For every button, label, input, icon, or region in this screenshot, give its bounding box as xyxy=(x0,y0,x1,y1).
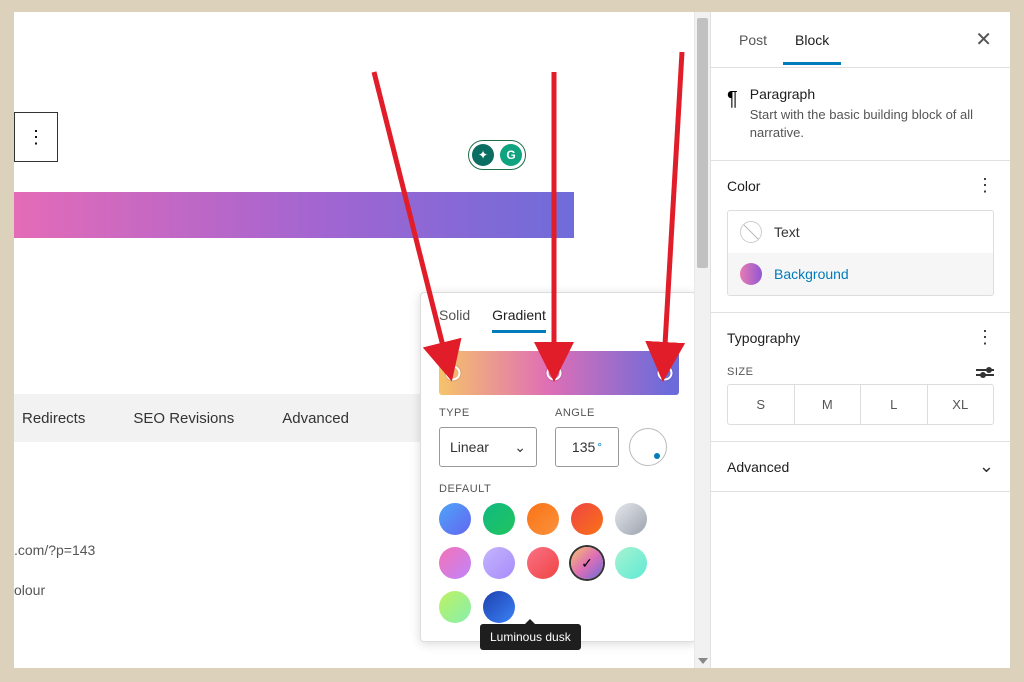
sidebar-tab-post[interactable]: Post xyxy=(725,16,781,64)
gradient-swatch[interactable] xyxy=(527,503,559,535)
scrollbar[interactable] xyxy=(694,12,710,668)
gradient-type-select[interactable]: Linear ⌄ xyxy=(439,427,537,467)
close-sidebar-button[interactable]: ✕ xyxy=(971,26,996,54)
gradient-swatch[interactable] xyxy=(439,547,471,579)
advanced-panel: Advanced ⌄ xyxy=(711,442,1010,492)
colour-text: olour xyxy=(14,582,45,598)
permalink-text: .com/?p=143 xyxy=(14,542,95,558)
annotation-arrow-2 xyxy=(534,62,574,392)
block-info: ¶ Paragraph Start with the basic buildin… xyxy=(711,68,1010,161)
paragraph-icon: ¶ xyxy=(727,86,738,142)
sliders-icon[interactable] xyxy=(976,369,994,376)
grammarly-icon: G xyxy=(500,144,522,166)
gradient-swatch[interactable] xyxy=(483,547,515,579)
swatch-tooltip: Luminous dusk xyxy=(480,624,581,650)
paragraph-block-gradient[interactable] xyxy=(14,192,574,238)
size-m[interactable]: M xyxy=(795,385,862,424)
scrollbar-arrow-down-icon[interactable] xyxy=(698,658,708,664)
type-label: TYPE xyxy=(439,407,537,419)
settings-sidebar: Post Block ✕ ¶ Paragraph Start with the … xyxy=(710,12,1010,668)
background-color-swatch xyxy=(740,263,762,285)
gradient-swatch[interactable] xyxy=(483,591,515,623)
angle-input[interactable]: 135 ° xyxy=(555,427,619,467)
color-list: Text Background xyxy=(727,210,994,296)
text-color-swatch xyxy=(740,221,762,243)
tab-advanced[interactable]: Advanced xyxy=(282,410,349,427)
ellipsis-vertical-icon: ⋮ xyxy=(27,127,45,148)
gradient-swatch[interactable] xyxy=(615,503,647,535)
annotation-arrow-3 xyxy=(624,42,694,392)
angle-label: ANGLE xyxy=(555,407,667,419)
scrollbar-thumb[interactable] xyxy=(697,18,708,268)
app-frame: ⋮ ✦ G Redirects SEO Revisions Advanced .… xyxy=(14,12,1010,668)
gradient-swatch-luminous-dusk[interactable] xyxy=(571,547,603,579)
block-options-button[interactable]: ⋮ xyxy=(14,112,58,162)
advanced-panel-header[interactable]: Advanced ⌄ xyxy=(711,442,1010,491)
size-label: SIZE xyxy=(727,366,753,378)
chevron-down-icon: ⌄ xyxy=(979,456,994,477)
gradient-swatch[interactable] xyxy=(527,547,559,579)
block-title: Paragraph xyxy=(750,86,994,102)
typography-panel-header[interactable]: Typography ⋮ xyxy=(711,313,1010,362)
gradient-swatch[interactable] xyxy=(615,547,647,579)
default-label: DEFAULT xyxy=(421,467,694,503)
size-l[interactable]: L xyxy=(861,385,928,424)
size-options: S M L XL xyxy=(727,384,994,425)
sidebar-tab-block[interactable]: Block xyxy=(781,16,843,64)
gradient-swatch[interactable] xyxy=(483,503,515,535)
color-row-background[interactable]: Background xyxy=(728,253,993,295)
color-row-text[interactable]: Text xyxy=(728,211,993,253)
chevron-down-icon: ⌄ xyxy=(514,439,526,456)
gradient-swatch[interactable] xyxy=(571,503,603,535)
sidebar-tabs: Post Block ✕ xyxy=(711,12,1010,68)
color-panel: Color ⋮ Text Background xyxy=(711,161,1010,313)
typography-panel: Typography ⋮ SIZE S M L XL xyxy=(711,313,1010,442)
angle-dial[interactable] xyxy=(629,428,667,466)
size-xl[interactable]: XL xyxy=(928,385,994,424)
editor-main: ⋮ ✦ G Redirects SEO Revisions Advanced .… xyxy=(14,12,694,668)
tab-redirects[interactable]: Redirects xyxy=(22,410,85,427)
gradient-swatch[interactable] xyxy=(439,503,471,535)
grammarly-pill[interactable]: ✦ G xyxy=(468,140,526,170)
color-panel-header[interactable]: Color ⋮ xyxy=(711,161,1010,210)
size-s[interactable]: S xyxy=(728,385,795,424)
ellipsis-vertical-icon[interactable]: ⋮ xyxy=(976,327,994,348)
block-desc: Start with the basic building block of a… xyxy=(750,106,994,142)
ellipsis-vertical-icon[interactable]: ⋮ xyxy=(976,175,994,196)
gradient-controls: TYPE Linear ⌄ ANGLE 135 ° xyxy=(421,395,694,467)
tab-seo-revisions[interactable]: SEO Revisions xyxy=(133,410,234,427)
gradient-swatch-grid xyxy=(421,503,694,641)
annotation-arrow-1 xyxy=(349,62,469,392)
bulb-icon: ✦ xyxy=(472,144,494,166)
gradient-swatch[interactable] xyxy=(439,591,471,623)
